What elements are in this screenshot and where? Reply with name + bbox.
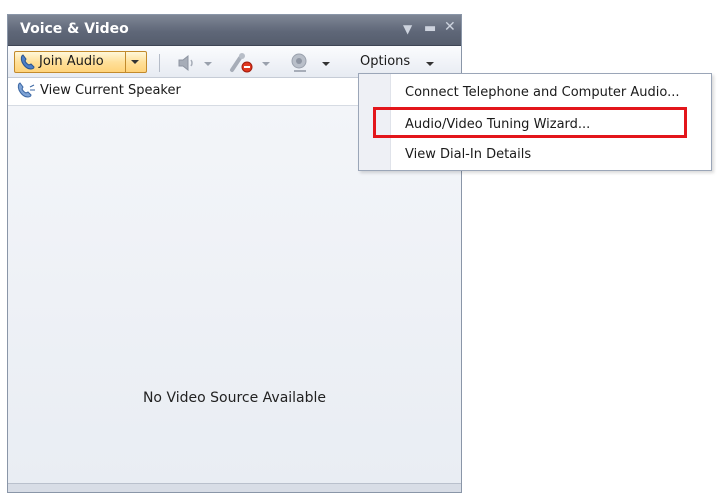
webcam-icon — [291, 53, 307, 72]
options-label: Options — [360, 54, 411, 69]
close-icon[interactable]: ✕ — [444, 20, 456, 34]
chevron-down-icon — [204, 62, 212, 66]
no-video-message: No Video Source Available — [142, 390, 327, 406]
panel-titlebar: Voice & Video ▼ ▬ ✕ — [8, 15, 461, 46]
highlight-box — [373, 107, 687, 138]
join-audio-button[interactable]: Join Audio — [15, 52, 126, 72]
panel-resize-strip[interactable] — [8, 483, 461, 492]
panel-menu-chevron-icon[interactable]: ▼ — [403, 22, 412, 36]
chevron-down-icon — [262, 62, 270, 66]
view-current-speaker-label: View Current Speaker — [40, 83, 181, 98]
options-menu-button[interactable]: Options — [360, 54, 434, 69]
speaker-volume-icon — [178, 54, 193, 72]
mute-microphone-button[interactable] — [228, 52, 274, 74]
join-audio-split-button: Join Audio — [14, 51, 147, 73]
menu-item-view-dial-in-details[interactable]: View Dial-In Details — [405, 147, 531, 162]
join-audio-label: Join Audio — [39, 54, 104, 69]
speaker-volume-button[interactable] — [176, 52, 214, 74]
toolbar-divider — [159, 54, 160, 72]
phone-icon — [20, 54, 35, 70]
phone-icon — [17, 82, 35, 98]
maximize-icon[interactable]: ▬ — [424, 22, 436, 36]
panel-title: Voice & Video — [20, 21, 129, 37]
chevron-down-icon — [426, 62, 434, 66]
join-audio-dropdown[interactable] — [125, 52, 146, 72]
webcam-button[interactable] — [289, 52, 335, 74]
mute-microphone-icon — [230, 53, 253, 73]
menu-item-connect-telephone-computer-audio[interactable]: Connect Telephone and Computer Audio... — [405, 85, 680, 100]
chevron-down-icon — [131, 60, 139, 64]
chevron-down-icon — [322, 62, 330, 66]
